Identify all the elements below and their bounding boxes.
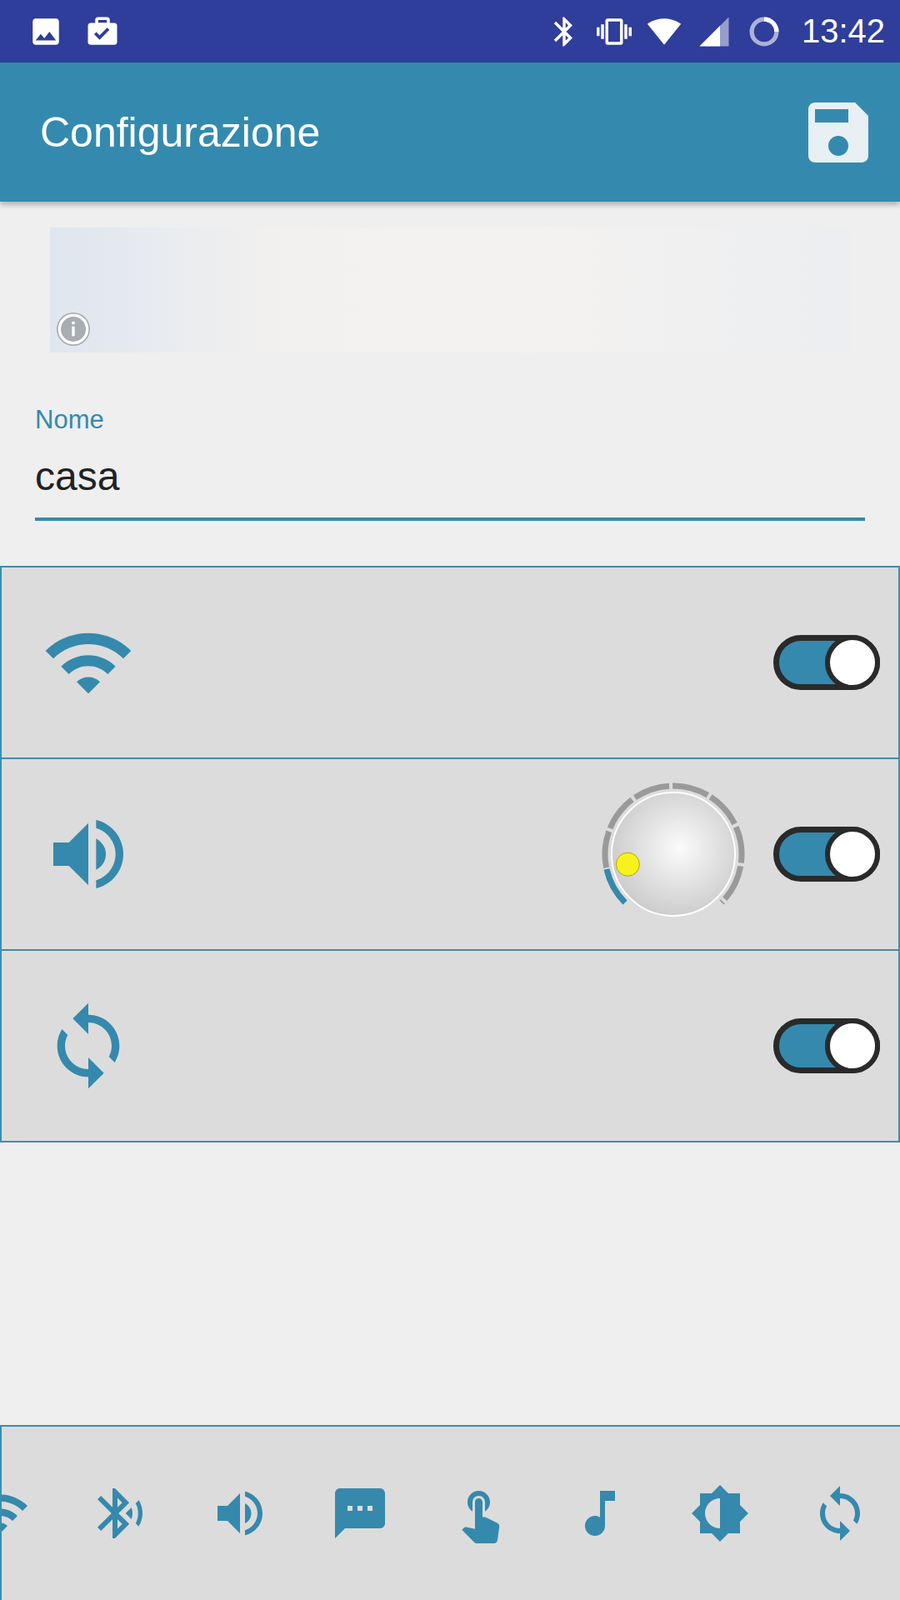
toolbar-button[interactable] — [180, 1483, 300, 1544]
music-icon — [570, 1483, 630, 1544]
image-icon — [28, 14, 64, 50]
wifi-icon — [0, 1483, 30, 1544]
bluetooth-audio-icon — [90, 1483, 150, 1544]
toolbar-button[interactable] — [0, 1483, 60, 1544]
screen: 13:42 Configurazione Nome casa — [0, 0, 900, 1600]
cell-signal-icon — [696, 14, 732, 50]
toolbar-button[interactable] — [780, 1483, 900, 1544]
toolbar-button[interactable] — [660, 1483, 780, 1544]
app-title: Configurazione — [40, 108, 320, 157]
app-bar: Configurazione — [0, 62, 900, 202]
toolbar-button[interactable] — [300, 1483, 420, 1544]
setting-row — [0, 950, 900, 1143]
brightness-icon — [690, 1483, 750, 1544]
wifi-icon — [41, 615, 135, 710]
setting-row — [0, 567, 900, 760]
status-bar: 13:42 — [0, 0, 900, 63]
field-value[interactable]: casa — [35, 452, 865, 501]
field-label: Nome — [35, 404, 865, 436]
save-icon[interactable] — [798, 92, 879, 173]
toggle-switch[interactable] — [773, 635, 880, 690]
action-toolbar — [0, 1425, 900, 1600]
message-icon — [330, 1483, 390, 1544]
vibrate-icon — [596, 14, 632, 50]
toolbar-button[interactable] — [420, 1483, 540, 1544]
status-time: 13:42 — [801, 12, 885, 50]
sync-icon — [41, 999, 135, 1093]
setting-row — [0, 759, 900, 951]
toolbar-button[interactable] — [60, 1483, 180, 1544]
wifi-signal-icon — [646, 14, 682, 50]
battery-circle-icon — [746, 14, 782, 50]
briefcase-check-icon — [85, 14, 120, 50]
volume-icon — [41, 807, 135, 901]
toggle-switch[interactable] — [773, 1018, 880, 1074]
sync-icon — [810, 1483, 870, 1544]
toolbar-button[interactable] — [540, 1483, 660, 1544]
name-field[interactable]: Nome casa — [35, 404, 865, 521]
ad-banner[interactable] — [50, 227, 850, 353]
bluetooth-icon — [546, 14, 582, 50]
touch-icon — [450, 1483, 510, 1544]
settings-list — [0, 565, 900, 1143]
volume-knob[interactable] — [598, 779, 749, 930]
toggle-switch[interactable] — [773, 826, 880, 882]
volume-icon — [210, 1483, 270, 1544]
info-icon[interactable] — [56, 312, 90, 346]
